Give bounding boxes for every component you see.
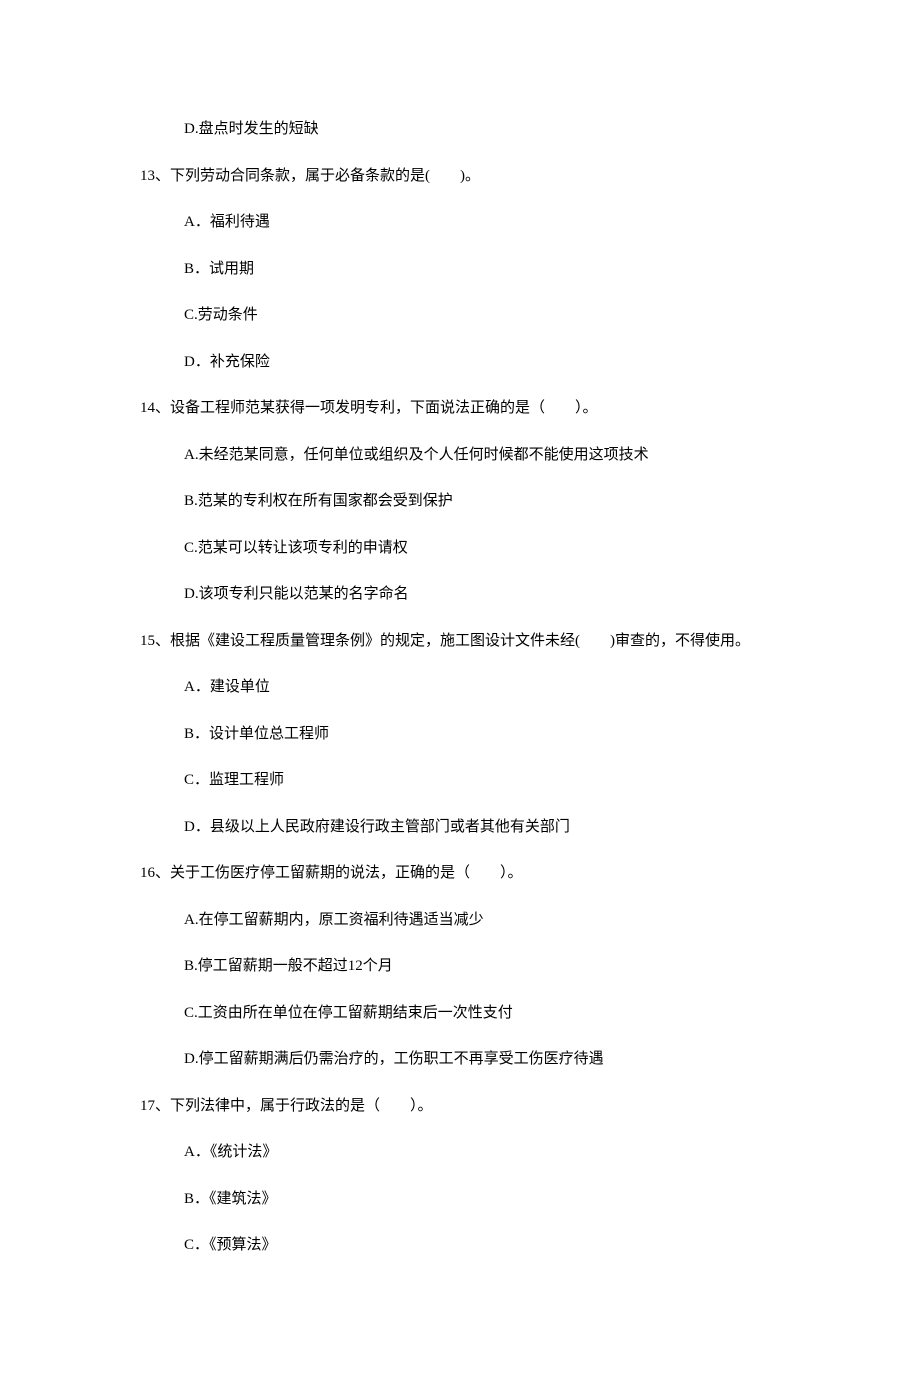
question-body: 下列劳动合同条款，属于必备条款的是( )。 [170,168,480,184]
option-c: C．《预算法》 [140,1234,780,1257]
option-text: B．试用期 [184,261,254,277]
option-a: A.未经范某同意，任何单位或组织及个人任何时候都不能使用这项技术 [140,444,780,467]
question-13: 13、下列劳动合同条款，属于必备条款的是( )。 A．福利待遇 B．试用期 C.… [140,165,780,374]
question-number: 14、 [140,400,170,416]
option-c: C.工资由所在单位在停工留薪期结束后一次性支付 [140,1002,780,1025]
option-d: D.停工留薪期满后仍需治疗的，工伤职工不再享受工伤医疗待遇 [140,1048,780,1071]
option-c: C.劳动条件 [140,304,780,327]
question-15: 15、根据《建设工程质量管理条例》的规定，施工图设计文件未经( )审查的，不得使… [140,630,780,839]
option-text: C.工资由所在单位在停工留薪期结束后一次性支付 [184,1005,513,1021]
question-body: 下列法律中，属于行政法的是（ ）。 [170,1098,433,1114]
option-text: A.未经范某同意，任何单位或组织及个人任何时候都不能使用这项技术 [184,447,649,463]
question-16: 16、关于工伤医疗停工留薪期的说法，正确的是（ ）。 A.在停工留薪期内，原工资… [140,862,780,1071]
option-text: C．《预算法》 [184,1237,277,1253]
option-d: D．补充保险 [140,351,780,374]
option-b: B.停工留薪期一般不超过12个月 [140,955,780,978]
question-number: 15、 [140,633,170,649]
option-text: B．设计单位总工程师 [184,726,329,742]
question-17: 17、下列法律中，属于行政法的是（ ）。 A．《统计法》 B．《建筑法》 C．《… [140,1095,780,1257]
option-a: A．福利待遇 [140,211,780,234]
option-a: A．建设单位 [140,676,780,699]
option-text: C.劳动条件 [184,307,258,323]
option-text: D．补充保险 [184,354,270,370]
question-text: 17、下列法律中，属于行政法的是（ ）。 [140,1095,780,1118]
option-text: A.在停工留薪期内，原工资福利待遇适当减少 [184,912,484,928]
question-text: 15、根据《建设工程质量管理条例》的规定，施工图设计文件未经( )审查的，不得使… [140,630,780,653]
option-text: C.范某可以转让该项专利的申请权 [184,540,408,556]
question-body: 关于工伤医疗停工留薪期的说法，正确的是（ ）。 [170,865,523,881]
option-c: C.范某可以转让该项专利的申请权 [140,537,780,560]
option-text: C．监理工程师 [184,772,284,788]
question-body: 根据《建设工程质量管理条例》的规定，施工图设计文件未经( )审查的，不得使用。 [170,633,750,649]
question-text: 16、关于工伤医疗停工留薪期的说法，正确的是（ ）。 [140,862,780,885]
option-text: A．建设单位 [184,679,270,695]
question-text: 13、下列劳动合同条款，属于必备条款的是( )。 [140,165,780,188]
question-number: 17、 [140,1098,170,1114]
option-text: A．《统计法》 [184,1144,277,1160]
option-c: C．监理工程师 [140,769,780,792]
option-text: B．《建筑法》 [184,1191,277,1207]
option-text: B.范某的专利权在所有国家都会受到保护 [184,493,453,509]
option-b: B．设计单位总工程师 [140,723,780,746]
question-body: 设备工程师范某获得一项发明专利，下面说法正确的是（ ）。 [170,400,598,416]
option-text: D.盘点时发生的短缺 [184,121,319,137]
option-b: B.范某的专利权在所有国家都会受到保护 [140,490,780,513]
option-d: D．县级以上人民政府建设行政主管部门或者其他有关部门 [140,816,780,839]
option-text: A．福利待遇 [184,214,270,230]
option-a: A.在停工留薪期内，原工资福利待遇适当减少 [140,909,780,932]
option-b: B．试用期 [140,258,780,281]
option-d: D.该项专利只能以范某的名字命名 [140,583,780,606]
option-text: D．县级以上人民政府建设行政主管部门或者其他有关部门 [184,819,570,835]
orphan-option: D.盘点时发生的短缺 [140,118,780,141]
option-text: D.停工留薪期满后仍需治疗的，工伤职工不再享受工伤医疗待遇 [184,1051,604,1067]
question-number: 16、 [140,865,170,881]
option-a: A．《统计法》 [140,1141,780,1164]
question-14: 14、设备工程师范某获得一项发明专利，下面说法正确的是（ ）。 A.未经范某同意… [140,397,780,606]
question-text: 14、设备工程师范某获得一项发明专利，下面说法正确的是（ ）。 [140,397,780,420]
option-b: B．《建筑法》 [140,1188,780,1211]
option-text: B.停工留薪期一般不超过12个月 [184,958,393,974]
option-text: D.该项专利只能以范某的名字命名 [184,586,409,602]
question-number: 13、 [140,168,170,184]
